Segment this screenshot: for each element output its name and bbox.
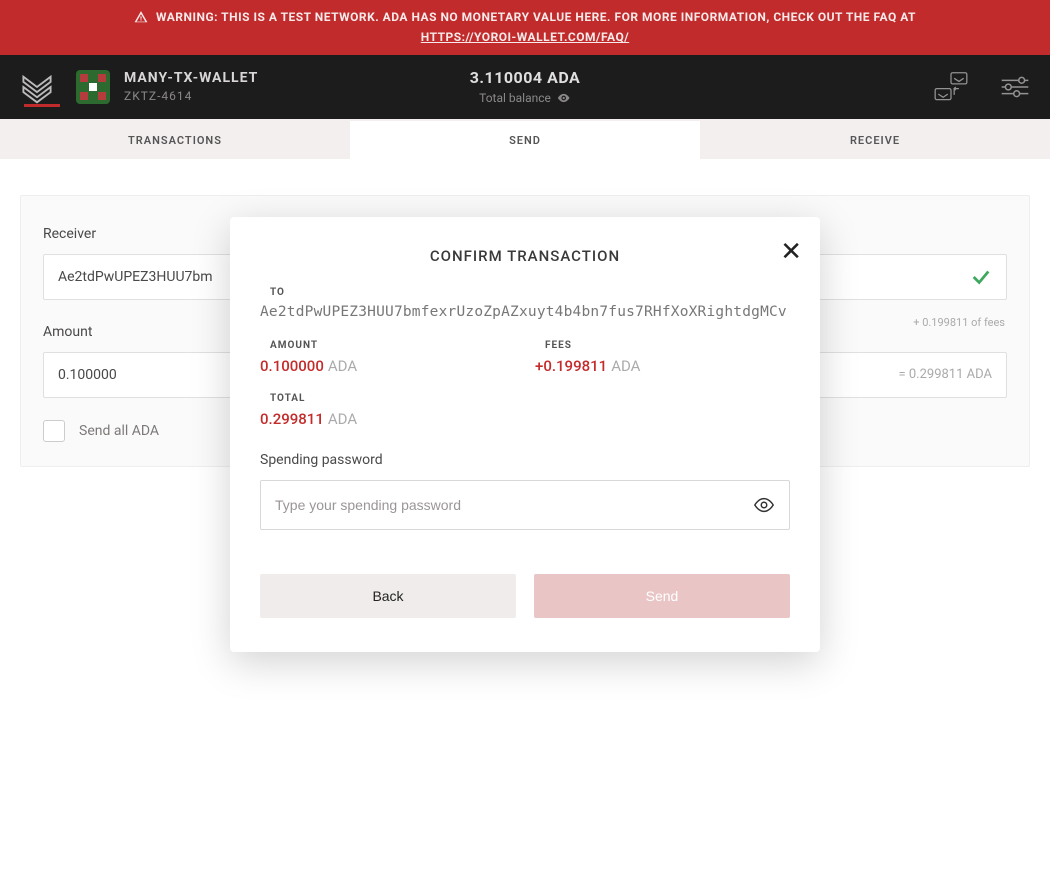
close-icon[interactable]: ✕ [780, 239, 802, 265]
send-button[interactable]: Send [534, 574, 790, 618]
modal-amount-value: 0.100000ADA [260, 357, 515, 375]
to-address: Ae2tdPwUPEZ3HUU7bmfexrUzoZpAZxuyt4b4bn7f… [260, 304, 790, 320]
modal-total-value: 0.299811ADA [260, 410, 790, 428]
spending-password-input-wrapper [260, 480, 790, 530]
modal-fees-label: FEES [535, 340, 790, 351]
to-label: TO [260, 287, 790, 298]
confirm-transaction-modal: CONFIRM TRANSACTION ✕ TO Ae2tdPwUPEZ3HUU… [230, 217, 820, 652]
back-button[interactable]: Back [260, 574, 516, 618]
spending-password-label: Spending password [260, 452, 790, 468]
modal-amount-label: AMOUNT [260, 340, 515, 351]
spending-password-input[interactable] [275, 497, 753, 513]
eye-icon[interactable] [753, 494, 775, 516]
modal-title: CONFIRM TRANSACTION [260, 247, 790, 265]
modal-total-label: TOTAL [260, 393, 790, 404]
modal-fees-value: +0.199811ADA [535, 357, 790, 375]
